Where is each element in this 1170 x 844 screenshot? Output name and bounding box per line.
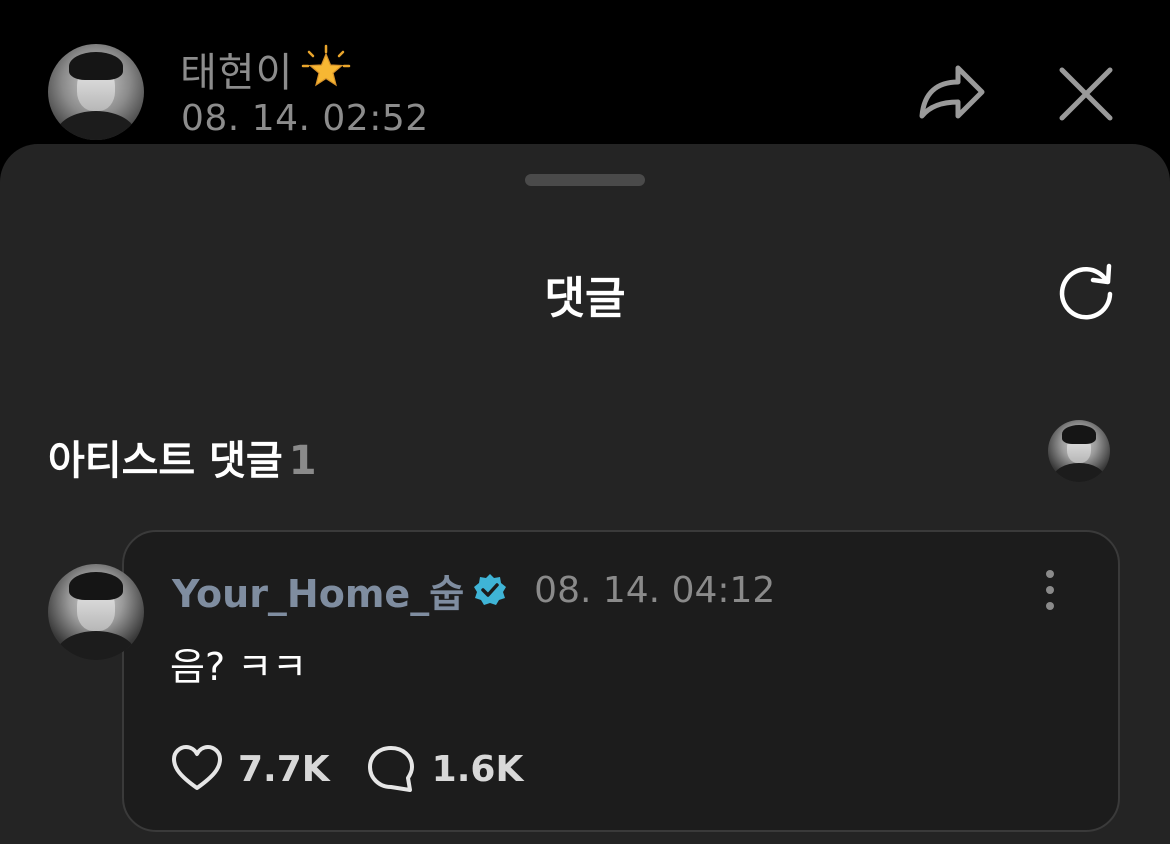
author-avatar[interactable] xyxy=(48,44,144,140)
avatar-shoulders xyxy=(55,631,137,660)
commenter-avatar[interactable] xyxy=(48,564,144,660)
artist-comments-label: 아티스트 댓글 xyxy=(48,438,283,484)
share-icon[interactable] xyxy=(914,58,988,128)
heart-icon xyxy=(172,745,222,790)
avatar-hair xyxy=(69,571,123,601)
verified-badge-icon xyxy=(474,574,507,605)
star-icon xyxy=(302,44,351,87)
like-button[interactable]: 7.7K xyxy=(170,742,330,796)
app-root: 태현이 08. 14. 02:52 댓글 아티스트 댓글 1 Your_Home… xyxy=(0,0,1170,844)
artist-avatar-small[interactable] xyxy=(1048,420,1110,482)
comments-sheet: 댓글 아티스트 댓글 1 xyxy=(0,144,1170,844)
avatar-hair xyxy=(69,51,123,81)
reply-count: 1.6K xyxy=(431,748,524,790)
artist-comments-count: 1 xyxy=(288,438,317,484)
speech-bubble-icon xyxy=(367,746,414,792)
comment-actions: 7.7K 1.6K xyxy=(170,742,523,796)
close-icon[interactable] xyxy=(1056,64,1116,124)
more-options-icon[interactable] xyxy=(1036,568,1064,612)
avatar-hair xyxy=(1061,424,1097,444)
post-header: 태현이 08. 14. 02:52 xyxy=(0,0,1170,160)
refresh-icon[interactable] xyxy=(1056,260,1118,322)
avatar-shoulders xyxy=(55,111,137,140)
author-name: 태현이 xyxy=(180,50,294,96)
comment-header: Your_Home_숩 08. 14. 04:12 xyxy=(172,566,776,616)
author-name-row[interactable]: 태현이 xyxy=(180,40,353,98)
sheet-title: 댓글 xyxy=(544,273,626,324)
comment-text: 음? ㅋㅋ xyxy=(170,645,308,689)
like-count: 7.7K xyxy=(238,748,330,790)
sheet-drag-handle[interactable] xyxy=(525,174,645,186)
avatar-shoulders xyxy=(1052,463,1106,482)
comment-time: 08. 14. 04:12 xyxy=(534,569,776,611)
artist-comments-heading: 아티스트 댓글 1 xyxy=(48,428,317,486)
commenter-name[interactable]: Your_Home_숩 xyxy=(172,563,464,618)
reply-button[interactable]: 1.6K xyxy=(364,742,524,796)
post-time: 08. 14. 02:52 xyxy=(181,98,429,139)
